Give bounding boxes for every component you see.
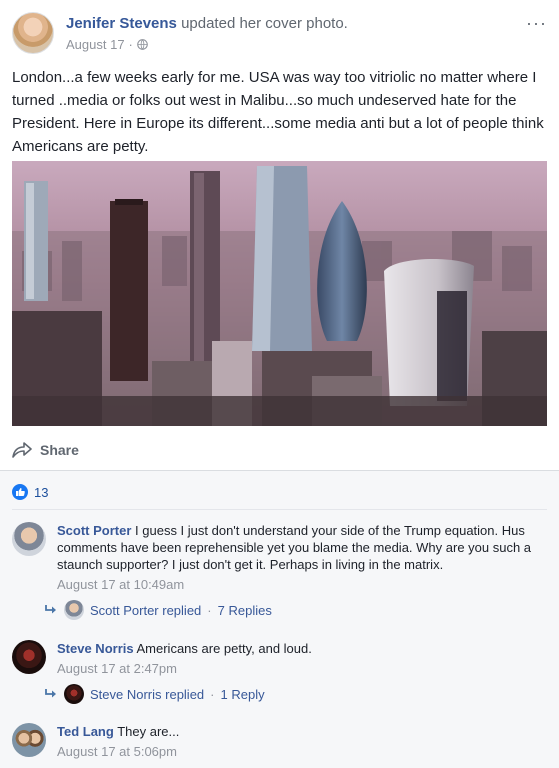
reply-arrow-icon [45,689,56,698]
reply-separator: · [207,602,212,618]
globe-icon [137,39,148,50]
view-replies-link[interactable]: Steve Norris replied · 1 Reply [44,684,265,704]
view-replies-link[interactable]: Scott Porter replied · 7 Replies [44,600,272,620]
share-label: Share [40,442,79,458]
cover-photo[interactable] [12,161,547,426]
london-skyline-image [12,161,547,426]
reply-name: Steve Norris replied [90,686,205,702]
comment-time[interactable]: August 17 at 10:49am [57,576,542,593]
author-action: updated her cover photo. [181,15,348,32]
comment-body: Scott Porter I guess I just don't unders… [57,522,542,593]
reply-arrow-icon [45,605,56,614]
author-avatar[interactable] [12,12,54,54]
commenter-name[interactable]: Ted Lang [57,724,114,739]
comment-text: They are... [117,724,180,739]
reply-avatar [64,684,84,704]
like-icon [12,484,28,500]
author-line: Jenifer Stevens updated her cover photo. [66,15,348,32]
comment-time[interactable]: August 17 at 5:06pm [57,743,542,760]
commenter-avatar[interactable] [12,522,46,556]
commenter-name[interactable]: Scott Porter [57,523,131,538]
commenter-avatar[interactable] [12,723,46,757]
comment-body: Ted Lang They are... August 17 at 5:06pm [57,723,542,760]
author-name[interactable]: Jenifer Stevens [66,15,177,32]
commenter-name[interactable]: Steve Norris [57,641,134,656]
comment-body: Steve Norris Americans are petty, and lo… [57,640,542,677]
more-icon[interactable]: ··· [526,14,547,32]
commenter-avatar[interactable] [12,640,46,674]
post-header: Jenifer Stevens updated her cover photo.… [12,12,547,56]
share-button[interactable]: Share [12,440,79,460]
post-meta: August 17 · [66,37,148,52]
reply-separator: · [210,686,215,702]
reply-name: Scott Porter replied [90,602,202,618]
meta-dot: · [128,37,133,52]
share-icon [12,442,32,458]
divider [12,509,547,510]
comment-text: Americans are petty, and loud. [136,641,312,656]
post-text: London...a few weeks early for me. USA w… [12,69,544,155]
comment-time[interactable]: August 17 at 2:47pm [57,660,542,677]
like-count: 13 [34,484,49,500]
reply-count: 7 Replies [217,602,272,618]
post-date[interactable]: August 17 [66,37,125,52]
like-summary[interactable]: 13 [12,484,48,500]
reply-avatar [64,600,84,620]
reply-count: 1 Reply [220,686,265,702]
